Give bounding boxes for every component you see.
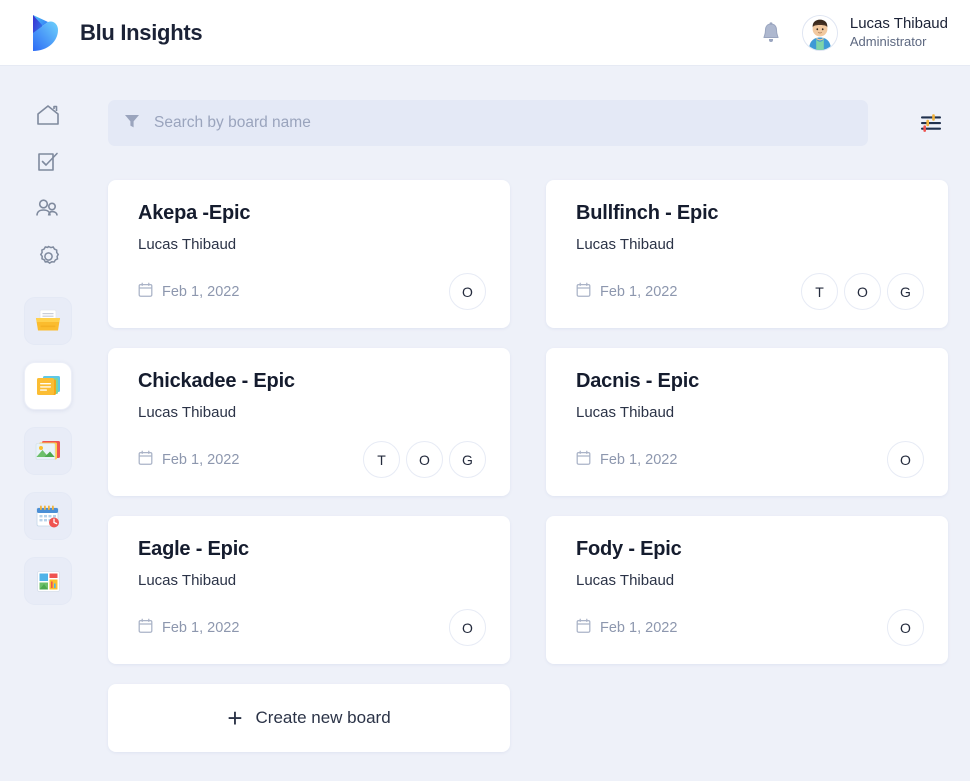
blu-insights-logo-icon — [28, 13, 66, 53]
main-content: Akepa -EpicLucas ThibaudFeb 1, 2022OBull… — [96, 66, 970, 781]
calendar-icon — [138, 282, 153, 302]
board-date: Feb 1, 2022 — [576, 282, 677, 302]
board-date-text: Feb 1, 2022 — [162, 283, 240, 300]
board-date: Feb 1, 2022 — [138, 282, 239, 302]
board-date-text: Feb 1, 2022 — [600, 619, 678, 636]
board-card[interactable]: Dacnis - Epic Lucas Thibaud Feb 1, 2022 O — [546, 348, 948, 496]
board-members: O — [887, 441, 924, 478]
board-title: Eagle - Epic — [138, 538, 249, 560]
board-owner: Lucas Thibaud — [576, 404, 675, 421]
board-card[interactable]: Bullfinch - Epic Lucas Thibaud Feb 1, 2022… — [546, 180, 948, 328]
board-card-footer: Feb 1, 2022 O — [576, 441, 924, 478]
brand-name: Blu Insights — [80, 19, 203, 45]
board-member-avatar[interactable]: O — [449, 609, 486, 646]
board-card-footer: Feb 1, 2022 O — [576, 609, 924, 646]
board-title: Chickadee - Epic — [138, 370, 295, 392]
board-member-avatar[interactable]: O — [406, 441, 443, 478]
sidebar-item-boards[interactable] — [24, 362, 72, 410]
board-owner: Lucas Thibaud — [138, 236, 237, 253]
user-menu[interactable]: Lucas Thibaud Administrator — [801, 14, 948, 51]
toolbar — [108, 100, 948, 146]
board-member-avatar[interactable]: G — [887, 273, 924, 310]
board-card[interactable]: Fody - Epic Lucas Thibaud Feb 1, 2022 O — [546, 516, 948, 664]
user-role: Administrator — [849, 33, 927, 49]
create-new-board-label: Create new board — [255, 708, 391, 727]
sidebar-item-tasks[interactable] — [26, 143, 70, 181]
board-member-avatar[interactable]: O — [844, 273, 881, 310]
board-members: O — [449, 273, 486, 310]
board-date-text: Feb 1, 2022 — [162, 619, 240, 636]
board-members: TOG — [801, 273, 924, 310]
calendar-icon — [576, 618, 591, 638]
board-date: Feb 1, 2022 — [138, 618, 239, 638]
create-new-board-button[interactable]: + Create new board — [108, 684, 510, 752]
header-right: Lucas Thibaud Administrator — [758, 14, 948, 51]
board-title: Bullfinch - Epic — [576, 202, 719, 224]
board-owner: Lucas Thibaud — [576, 236, 675, 253]
sidebar — [0, 66, 96, 781]
calendar-icon — [138, 618, 153, 638]
search-box[interactable] — [108, 100, 868, 146]
sidebar-item-images[interactable] — [24, 427, 72, 475]
board-member-avatar[interactable]: T — [801, 273, 838, 310]
board-date: Feb 1, 2022 — [138, 450, 239, 470]
board-date-text: Feb 1, 2022 — [600, 451, 678, 468]
user-avatar — [801, 14, 838, 51]
board-member-avatar[interactable]: G — [449, 441, 486, 478]
calendar-icon — [138, 450, 153, 470]
board-title: Dacnis - Epic — [576, 370, 699, 392]
sidebar-item-calendar[interactable] — [24, 492, 72, 540]
board-owner: Lucas Thibaud — [138, 404, 237, 421]
board-member-avatar[interactable]: O — [449, 273, 486, 310]
sliders-settings-icon[interactable] — [914, 106, 948, 140]
board-date-text: Feb 1, 2022 — [162, 451, 240, 468]
notification-bell-icon[interactable] — [758, 20, 784, 46]
board-date: Feb 1, 2022 — [576, 450, 677, 470]
board-card-footer: Feb 1, 2022 T O G — [138, 441, 486, 478]
board-title: Akepa -Epic — [138, 202, 251, 224]
board-members: O — [887, 609, 924, 646]
brand[interactable]: Blu Insights — [28, 13, 203, 53]
board-card[interactable]: Akepa -Epic Lucas Thibaud Feb 1, 2022 O — [108, 180, 510, 328]
sidebar-item-dashboard[interactable] — [24, 557, 72, 605]
sidebar-item-files[interactable] — [24, 297, 72, 345]
boards-grid: Akepa -Epic Lucas Thibaud Feb 1, 2022 O Bull… — [108, 180, 948, 664]
board-member-avatar[interactable]: O — [887, 609, 924, 646]
board-member-avatar[interactable]: O — [887, 441, 924, 478]
board-owner: Lucas Thibaud — [138, 572, 237, 589]
board-owner: Lucas Thibaud — [576, 572, 675, 589]
app-header: Blu Insights Lucas Thibaud Administrator — [0, 0, 970, 66]
user-name: Lucas Thibaud — [849, 15, 948, 32]
calendar-icon — [576, 282, 591, 302]
board-card[interactable]: Eagle - Epic Lucas Thibaud Feb 1, 2022 O — [108, 516, 510, 664]
sidebar-item-home[interactable] — [26, 96, 70, 134]
board-members: TOG — [363, 441, 486, 478]
calendar-icon — [576, 450, 591, 470]
sidebar-item-settings[interactable] — [26, 237, 70, 275]
board-card-footer: Feb 1, 2022 O — [138, 609, 486, 646]
board-card[interactable]: Chickadee - Epic Lucas Thibaud Feb 1, 2022… — [108, 348, 510, 496]
filter-funnel-icon — [124, 113, 140, 134]
board-card-footer: Feb 1, 2022 T O G — [576, 273, 924, 310]
board-date: Feb 1, 2022 — [576, 618, 677, 638]
search-input[interactable] — [154, 114, 852, 132]
board-title: Fody - Epic — [576, 538, 682, 560]
plus-icon: + — [227, 703, 243, 733]
board-member-avatar[interactable]: T — [363, 441, 400, 478]
sidebar-item-users[interactable] — [26, 190, 70, 228]
board-date-text: Feb 1, 2022 — [600, 283, 678, 300]
user-info: Lucas Thibaud Administrator — [850, 15, 948, 50]
body-wrapper: Akepa -EpicLucas ThibaudFeb 1, 2022OBull… — [0, 66, 970, 781]
board-members: O — [449, 609, 486, 646]
board-card-footer: Feb 1, 2022 O — [138, 273, 486, 310]
